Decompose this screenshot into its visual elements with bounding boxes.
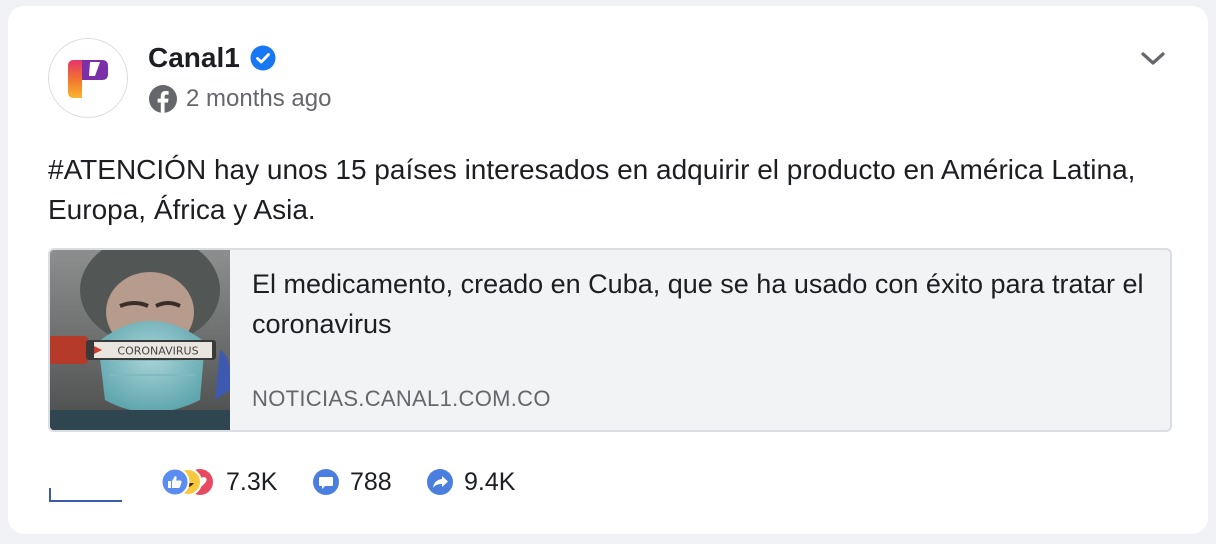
shares-stat[interactable]: 9.4K bbox=[426, 462, 515, 502]
post-timestamp[interactable]: 2 months ago bbox=[186, 84, 331, 114]
comments-count: 788 bbox=[350, 467, 392, 496]
post-stats: 7.3K 788 9.4K bbox=[48, 462, 1168, 502]
avatar[interactable] bbox=[48, 38, 128, 118]
share-icon bbox=[427, 469, 453, 495]
author-name[interactable]: Canal1 bbox=[148, 42, 240, 74]
comments-stat[interactable]: 788 bbox=[312, 462, 392, 502]
facebook-icon bbox=[149, 85, 177, 113]
chevron-down-icon[interactable] bbox=[1138, 46, 1168, 72]
link-preview[interactable]: CORONAVIRUS El medicamento, creado en Cu… bbox=[48, 248, 1172, 432]
post-text: #ATENCIÓN hay unos 15 países interesados… bbox=[48, 154, 1136, 225]
engagement-sparkline-icon bbox=[49, 488, 122, 502]
verified-icon bbox=[250, 45, 276, 71]
like-icon bbox=[160, 467, 190, 497]
link-thumbnail: CORONAVIRUS bbox=[50, 250, 230, 430]
link-title[interactable]: El medicamento, creado en Cuba, que se h… bbox=[252, 264, 1152, 344]
post-card: Canal1 2 months ago #ATENCIÓN hay unos 1… bbox=[8, 6, 1208, 534]
shares-count: 9.4K bbox=[464, 467, 516, 496]
reaction-icons bbox=[160, 467, 216, 497]
canal1-logo-icon bbox=[68, 60, 108, 98]
link-domain: NOTICIAS.CANAL1.COM.CO bbox=[252, 386, 551, 411]
reactions-stat[interactable]: 7.3K bbox=[160, 462, 277, 502]
comment-icon bbox=[313, 469, 339, 495]
thumbnail-label: CORONAVIRUS bbox=[117, 345, 198, 358]
reactions-count: 7.3K bbox=[226, 467, 278, 496]
